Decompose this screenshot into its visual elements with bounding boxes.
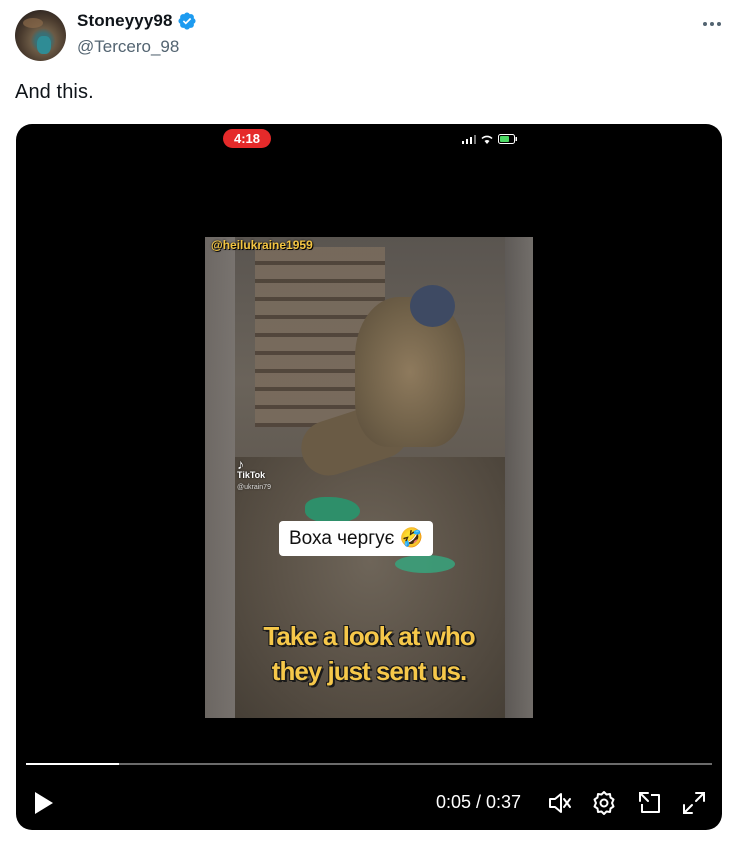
settings-icon[interactable]	[591, 790, 617, 816]
verified-badge-icon	[177, 12, 196, 30]
video-overlay-handle: @heilukraine1959	[211, 238, 313, 252]
subtitle-line-1: Take a look at who	[263, 621, 475, 651]
fullscreen-icon[interactable]	[681, 790, 707, 816]
tiktok-watermark: ♪ TikTok @ukrain79	[237, 456, 271, 493]
video-caption-box: Воха чергує 🤣	[279, 521, 434, 556]
video-progress-bar[interactable]	[26, 763, 712, 765]
video-frame: @heilukraine1959 ♪ TikTok @ukrain79 Воха…	[205, 237, 533, 718]
signal-icon	[462, 134, 476, 144]
phone-status-icons	[462, 134, 518, 144]
author-display-name-row[interactable]: Stoneyyy98	[77, 11, 197, 31]
author-display-name[interactable]: Stoneyyy98	[77, 11, 173, 31]
play-icon[interactable]	[32, 790, 56, 816]
more-options-icon[interactable]	[698, 12, 726, 36]
avatar[interactable]	[15, 10, 66, 61]
tweet-text: And this.	[15, 81, 94, 103]
subtitle-line-2: they just sent us.	[271, 656, 467, 686]
pop-out-icon[interactable]	[637, 790, 663, 816]
video-subtitle: Take a look at who they just sent us.	[205, 619, 533, 689]
video-player[interactable]: 4:18 @heilukraine1959 ♪ TikTok @ukrain79…	[16, 124, 722, 830]
mute-icon[interactable]	[547, 790, 573, 816]
video-progress-fill	[26, 763, 119, 765]
battery-icon	[498, 134, 517, 144]
wifi-icon	[481, 135, 493, 144]
phone-clock: 4:18	[223, 129, 271, 148]
tiktok-label: TikTok	[237, 470, 266, 480]
author-handle[interactable]: @Tercero_98	[77, 37, 179, 57]
video-time-display: 0:05 / 0:37	[436, 792, 522, 812]
tiktok-icon: ♪	[237, 456, 244, 472]
tiktok-user: @ukrain79	[237, 484, 271, 491]
video-controls: 0:05 / 0:37	[16, 784, 722, 824]
